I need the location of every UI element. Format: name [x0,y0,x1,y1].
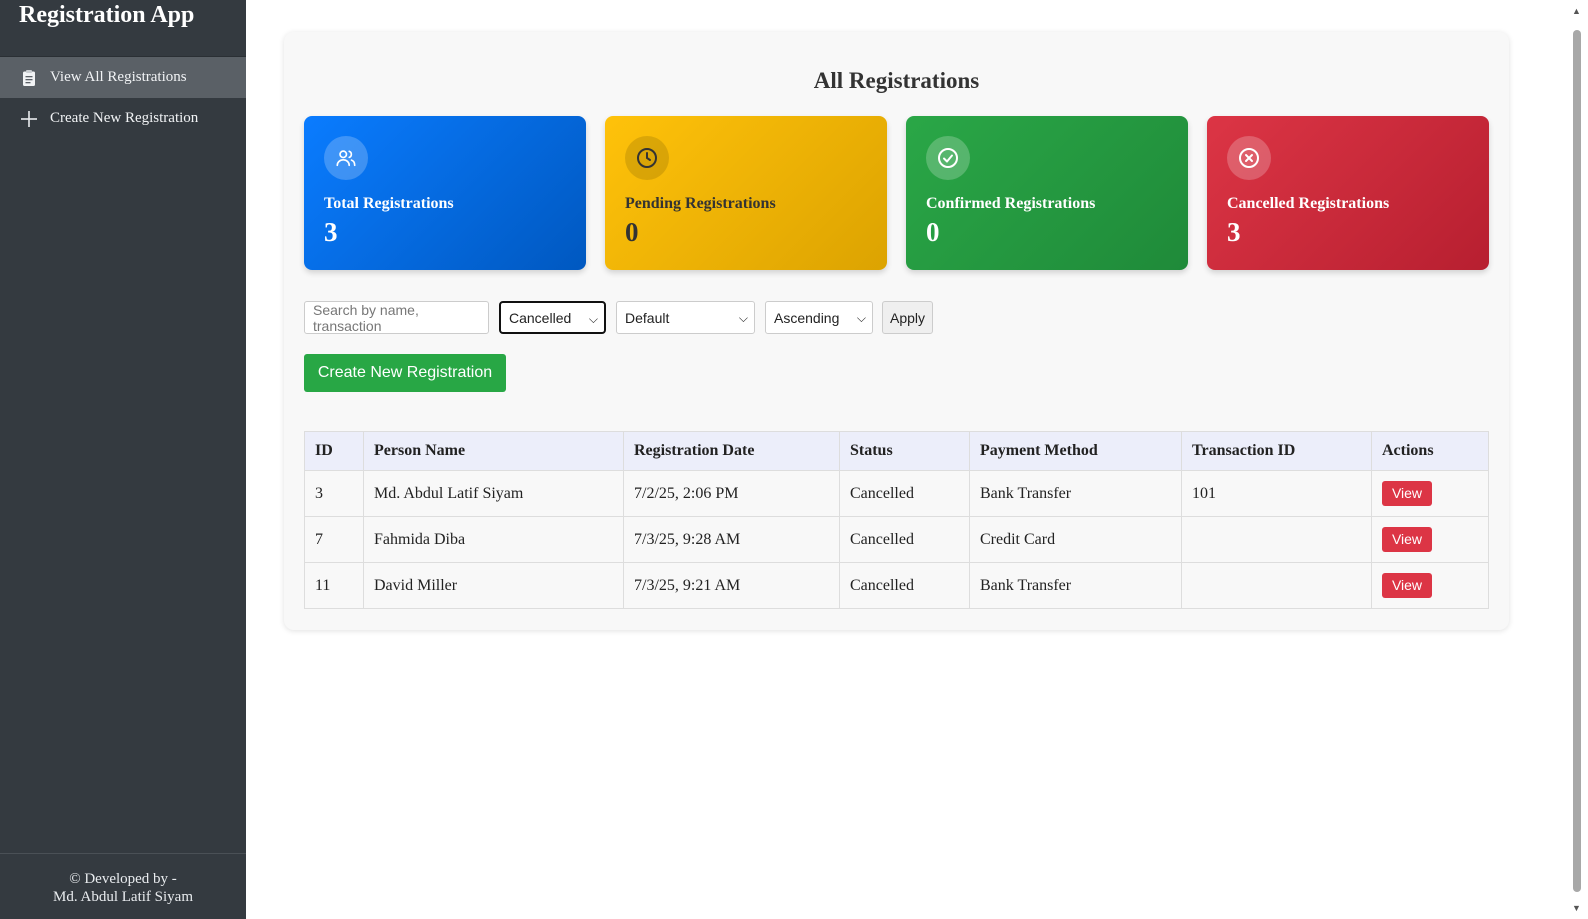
stat-value: 0 [926,217,940,247]
cell-payment-method: Bank Transfer [969,470,1182,517]
stat-label: Confirmed Registrations [926,195,1096,212]
stat-card-pending: Pending Registrations 0 [605,116,887,270]
stat-value: 0 [625,217,639,247]
apply-button[interactable]: Apply [882,301,933,334]
column-header: Transaction ID [1181,431,1372,471]
sidebar-footer: © Developed by - Md. Abdul Latif Siyam [0,853,246,919]
cell-payment-method: Bank Transfer [969,562,1182,609]
users-icon [324,136,368,180]
stat-card-cancelled: Cancelled Registrations 3 [1207,116,1489,270]
cell-registration-date: 7/3/25, 9:28 AM [623,516,840,563]
scroll-down-arrow-icon[interactable]: ▼ [1572,903,1581,913]
column-header: Status [839,431,970,471]
check-circle-icon [926,136,970,180]
column-header: Payment Method [969,431,1182,471]
view-button[interactable]: View [1382,481,1432,506]
plus-icon [20,110,38,128]
cell-person-name: Md. Abdul Latif Siyam [363,470,624,517]
clock-icon [625,136,669,180]
view-button[interactable]: View [1382,527,1432,552]
scrollbar-thumb[interactable] [1573,30,1581,892]
sidebar: Registration App View All Registrations … [0,0,246,919]
cell-actions: View [1371,470,1489,517]
column-header: Registration Date [623,431,840,471]
sidebar-item-create-new-registration[interactable]: Create New Registration [0,98,246,139]
registrations-table: ID Person Name Registration Date Status … [304,431,1489,609]
status-select-value: Cancelled [509,309,572,326]
sort-field-value: Default [625,309,670,326]
cell-payment-method: Credit Card [969,516,1182,563]
cell-registration-date: 7/3/25, 9:21 AM [623,562,840,609]
footer-credit: © Developed by - [69,871,177,887]
stat-value: 3 [324,217,338,247]
cell-status: Cancelled [839,470,970,517]
cell-transaction-id [1181,516,1372,563]
cell-id: 3 [304,470,364,517]
cell-actions: View [1371,516,1489,563]
app-brand: Registration App [0,0,246,57]
status-select[interactable]: Cancelled ⌵ [499,301,606,334]
table-row: 3 Md. Abdul Latif Siyam 7/2/25, 2:06 PM … [304,470,1489,517]
table-row: 7 Fahmida Diba 7/3/25, 9:28 AM Cancelled… [304,516,1489,563]
sidebar-item-view-all-registrations[interactable]: View All Registrations [0,57,246,98]
column-header: ID [304,431,364,471]
sort-order-select[interactable]: Ascending ⌵ [765,301,873,334]
cell-id: 11 [304,562,364,609]
view-button[interactable]: View [1382,573,1432,598]
column-header: Actions [1371,431,1489,471]
cell-person-name: David Miller [363,562,624,609]
stat-label: Pending Registrations [625,195,776,212]
cell-transaction-id [1181,562,1372,609]
table-header-row: ID Person Name Registration Date Status … [304,431,1489,471]
footer-author: Md. Abdul Latif Siyam [53,889,193,905]
stat-label: Total Registrations [324,195,454,212]
stat-value: 3 [1227,217,1241,247]
cell-transaction-id: 101 [1181,470,1372,517]
cell-registration-date: 7/2/25, 2:06 PM [623,470,840,517]
column-header: Person Name [363,431,624,471]
chevron-down-icon: ⌵ [738,311,748,325]
cell-status: Cancelled [839,562,970,609]
x-circle-icon [1227,136,1271,180]
search-input[interactable]: Search by name, transaction [304,301,489,334]
stat-card-total: Total Registrations 3 [304,116,586,270]
stat-label: Cancelled Registrations [1227,195,1390,212]
cell-person-name: Fahmida Diba [363,516,624,563]
cell-actions: View [1371,562,1489,609]
registrations-panel: All Registrations Total Registrations 3 … [284,32,1509,630]
scroll-up-arrow-icon[interactable]: ▲ [1572,6,1581,16]
sort-order-value: Ascending [774,309,840,326]
sidebar-item-label: View All Registrations [50,69,187,85]
clipboard-icon [20,69,38,87]
page-title: All Registrations [813,68,980,93]
stat-card-confirmed: Confirmed Registrations 0 [906,116,1188,270]
page-scrollbar[interactable]: ▲ ▼ [1567,0,1588,919]
create-registration-button[interactable]: Create New Registration [304,354,506,392]
chevron-down-icon: ⌵ [856,311,866,325]
chevron-down-icon: ⌵ [588,312,598,326]
cell-status: Cancelled [839,516,970,563]
sort-field-select[interactable]: Default ⌵ [616,301,755,334]
cell-id: 7 [304,516,364,563]
table-row: 11 David Miller 7/3/25, 9:21 AM Cancelle… [304,562,1489,609]
sidebar-item-label: Create New Registration [50,110,199,126]
